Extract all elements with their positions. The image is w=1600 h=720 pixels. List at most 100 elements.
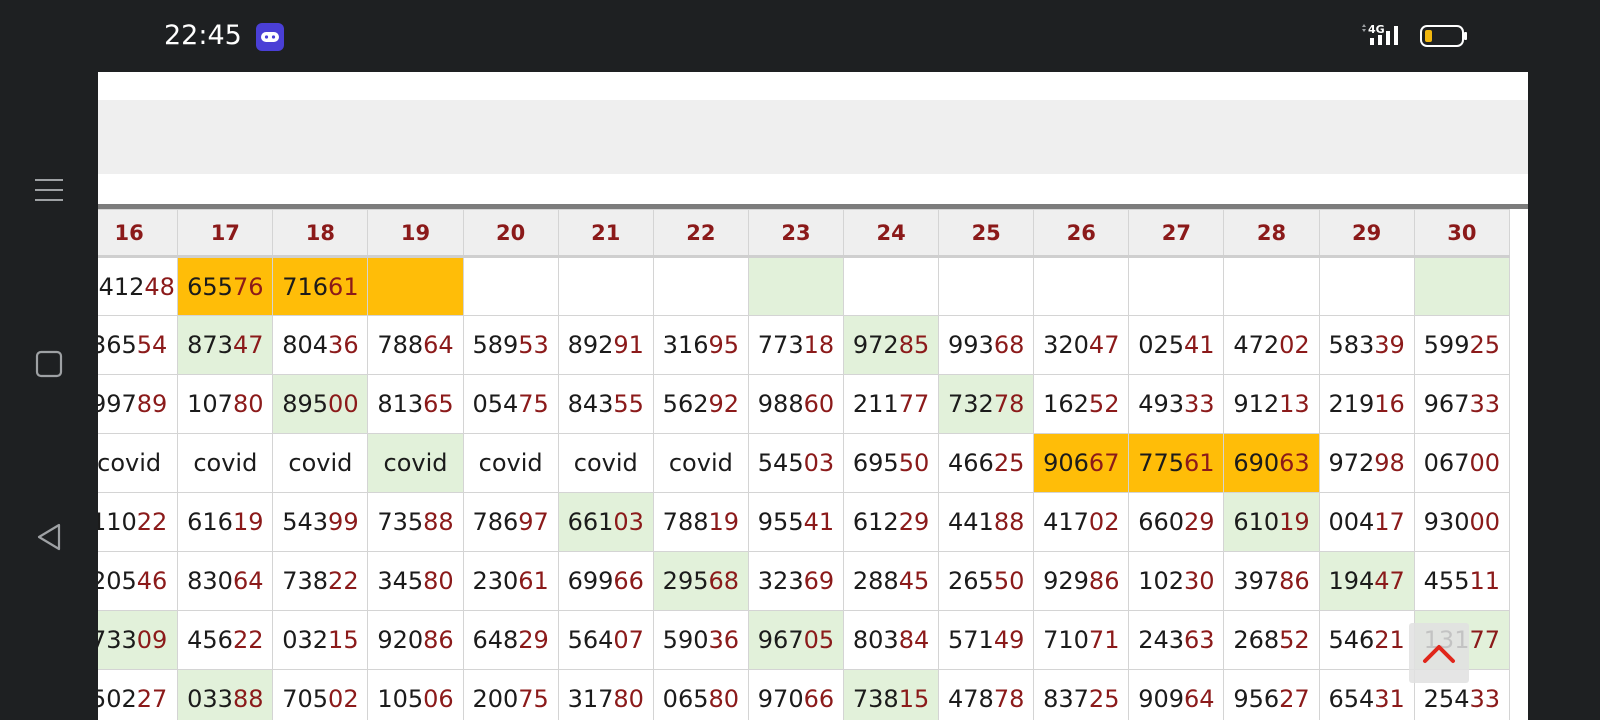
number-suffix: 52 (1279, 626, 1310, 654)
number-prefix: 690 (1233, 449, 1280, 477)
number-suffix: 00 (1469, 508, 1501, 536)
column-header-23: 23 (747, 209, 845, 258)
table-row: 36554 87347 80436 78864 58953 89291 31695 77318… (98, 315, 1511, 375)
number-suffix: 50 (993, 567, 1025, 595)
number-suffix: 66 (613, 567, 644, 595)
table-row: covid covid covid covid covid covid covid 54503… (98, 433, 1511, 493)
table-cell: 36554 (98, 315, 179, 375)
number-prefix: 786 (472, 508, 519, 536)
number-prefix: 710 (1043, 626, 1089, 654)
number-prefix: 699 (567, 567, 614, 595)
number-prefix: 788 (377, 331, 424, 359)
number-suffix: 47 (1088, 331, 1120, 359)
table-cell: 78864 (367, 315, 464, 375)
number-prefix: 2412 (98, 272, 145, 301)
number-suffix: 60 (803, 390, 835, 418)
results-table-container[interactable]: 161718192021222324252627282930 241248655… (98, 204, 1528, 720)
number-suffix: 33 (1469, 685, 1501, 713)
table-cell: 73822 (272, 551, 369, 611)
table-cell: 97298 (1318, 433, 1415, 493)
number-prefix: 773 (757, 331, 804, 359)
number-suffix: 55 (613, 390, 644, 418)
table-cell: 61229 (843, 492, 940, 552)
table-cell: 66103 (557, 492, 654, 552)
number-suffix: 86 (423, 626, 454, 654)
number-prefix: 545 (757, 449, 804, 477)
number-prefix: 732 (948, 390, 994, 418)
table-cell: 03388 (177, 669, 274, 720)
table-cell: 06700 (1413, 433, 1511, 493)
status-time: 22:45 (164, 20, 242, 51)
number-suffix: 33 (1469, 390, 1501, 418)
table-cell: 29568 (652, 551, 749, 611)
number-suffix: 22 (232, 626, 264, 654)
table-cell: 92086 (367, 610, 464, 670)
number-suffix: 03 (613, 508, 644, 536)
table-cell: 26852 (1223, 610, 1320, 670)
number-prefix: 230 (472, 567, 519, 595)
number-prefix: 813 (377, 390, 424, 418)
number-prefix: 478 (948, 685, 994, 713)
number-suffix: 25 (1469, 331, 1501, 359)
scroll-to-top-button[interactable] (1409, 623, 1469, 683)
number-suffix: 29 (518, 626, 549, 654)
number-suffix: 86 (1279, 567, 1310, 595)
number-prefix: 695 (852, 449, 899, 477)
column-header-28: 28 (1223, 209, 1320, 258)
number-prefix: 323 (757, 567, 804, 595)
table-cell: covid (367, 433, 464, 493)
number-prefix: 610 (1233, 508, 1280, 536)
table-cell: 241248 (98, 256, 179, 316)
number-suffix: 19 (1279, 508, 1310, 536)
table-cell (747, 256, 845, 316)
number-suffix: 13 (1279, 390, 1310, 418)
number-suffix: 91 (613, 331, 644, 359)
table-cell: 58339 (1318, 315, 1415, 375)
number-suffix: 05 (803, 626, 835, 654)
home-button[interactable] (26, 341, 72, 387)
number-suffix: 77 (1469, 626, 1501, 654)
number-prefix: 892 (567, 331, 614, 359)
number-prefix: 295 (662, 567, 709, 595)
number-suffix: 15 (328, 626, 359, 654)
number-prefix: 345 (377, 567, 424, 595)
number-prefix: 735 (377, 508, 424, 536)
number-suffix: 99 (328, 508, 359, 536)
results-table: 161718192021222324252627282930 241248655… (98, 209, 1511, 720)
number-prefix: 967 (757, 626, 804, 654)
number-suffix: 84 (898, 626, 930, 654)
table-row: 73309 45622 03215 92086 64829 56407 59036 96705… (98, 610, 1511, 670)
table-row: 50227 03388 70502 10506 20075 31780 06580 97066… (98, 669, 1511, 720)
square-icon (35, 350, 63, 378)
table-cell: 10780 (177, 374, 274, 434)
number-suffix: 71 (1088, 626, 1120, 654)
table-cell (1128, 256, 1225, 316)
table-cell: 32047 (1033, 315, 1130, 375)
table-cell: 95541 (747, 492, 845, 552)
table-cell: 89500 (272, 374, 369, 434)
results-page[interactable]: 161718192021222324252627282930 241248655… (98, 72, 1528, 720)
table-cell: 47878 (938, 669, 1035, 720)
column-header-19: 19 (367, 209, 464, 258)
number-prefix: 546 (1328, 626, 1375, 654)
table-cell: 80384 (843, 610, 940, 670)
table-cell: 69966 (557, 551, 654, 611)
number-prefix: 654 (1328, 685, 1375, 713)
table-cell: 70502 (272, 669, 369, 720)
menu-button[interactable] (26, 167, 72, 213)
number-prefix: 803 (852, 626, 899, 654)
number-prefix: 733 (98, 626, 137, 654)
column-header-26: 26 (1033, 209, 1130, 258)
table-cell: 54503 (747, 433, 845, 493)
number-suffix: 36 (708, 626, 740, 654)
number-suffix: 61 (518, 567, 549, 595)
number-prefix: 930 (1423, 508, 1470, 536)
number-prefix: 493 (1138, 390, 1185, 418)
table-cell: 77561 (1128, 433, 1225, 493)
column-header-22: 22 (652, 209, 749, 258)
column-header-27: 27 (1128, 209, 1225, 258)
back-button[interactable] (26, 514, 72, 560)
table-header-row: 16 17 18 19 20 21 22 23 24 25 26 27 28 29 30 (98, 209, 1511, 258)
table-cell: 54399 (272, 492, 369, 552)
number-prefix: 456 (187, 626, 233, 654)
